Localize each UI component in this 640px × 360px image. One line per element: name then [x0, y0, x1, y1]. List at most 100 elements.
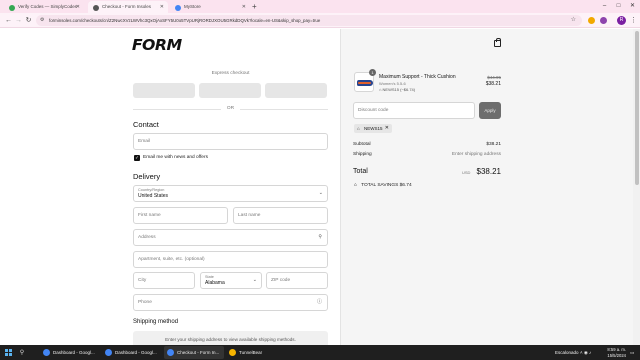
express-pay-button-3[interactable] — [265, 83, 327, 98]
chrome-icon — [43, 349, 50, 356]
taskbar-app-label: TunnelBear — [239, 350, 263, 355]
extension-icon[interactable] — [588, 17, 595, 24]
shopping-bag-icon[interactable] — [494, 38, 501, 47]
express-pay-button-1[interactable] — [133, 83, 195, 98]
chrome-icon — [105, 349, 112, 356]
subtotal-value: $38.21 — [486, 142, 501, 147]
apartment-field[interactable]: Apartment, suite, etc. (optional) — [133, 251, 328, 268]
browser-menu-icon[interactable]: ⋮ — [630, 15, 637, 26]
country-label: Country/Region — [138, 188, 165, 192]
minimize-icon[interactable]: – — [598, 0, 611, 13]
url-text[interactable]: forminsoles.com/checkouts/cn/Z2NwcXVzLWV… — [49, 15, 569, 26]
scrollbar-thumb[interactable] — [634, 31, 639, 185]
address-placeholder: Address — [138, 235, 156, 240]
country-select[interactable]: Country/Region United States ⌄ — [133, 185, 328, 202]
weather-status[interactable]: Escalonado — [555, 345, 579, 360]
form-logo[interactable]: FORM — [132, 36, 182, 54]
state-value: Alabama — [205, 280, 225, 286]
savings-label: TOTAL SAVINGS — [361, 183, 399, 188]
system-clock[interactable]: 8:59 a. m. 15/5/2024 — [596, 347, 626, 358]
form-favicon-icon — [93, 4, 99, 11]
product-variant: Women's 5.5-6 — [379, 81, 406, 86]
taskbar-app-tunnelbear[interactable]: TunnelBear — [226, 346, 276, 359]
state-label: State — [205, 275, 214, 279]
clock-date: 15/5/2024 — [607, 352, 626, 358]
tab-title: Verify Codes — SimplyCodes — [18, 4, 78, 9]
site-info-icon[interactable]: ⚙ — [40, 15, 44, 26]
notification-icon[interactable]: ▭ — [630, 345, 634, 360]
extension-icon[interactable] — [600, 17, 607, 24]
search-icon: ⚲ — [318, 234, 322, 240]
mystore-favicon-icon — [175, 4, 181, 11]
close-tab-icon[interactable]: ✕ — [242, 1, 246, 13]
phone-field[interactable]: Phone ⓘ — [133, 294, 328, 311]
express-pay-button-2[interactable] — [199, 83, 261, 98]
total-savings: ⌂ TOTAL SAVINGS $6.74 — [354, 183, 412, 188]
city-placeholder: City — [138, 278, 147, 283]
last-name-field[interactable]: Last name — [233, 207, 328, 224]
bookmark-star-icon[interactable]: ☆ — [571, 15, 576, 26]
email-field[interactable]: Email — [133, 133, 328, 150]
email-placeholder: Email — [138, 139, 150, 144]
first-name-field[interactable]: First name — [133, 207, 228, 224]
checkout-page: FORM Express checkout OR Contact Email ✓… — [0, 29, 640, 345]
tag-icon: ⌂ — [379, 87, 382, 92]
product-name: Maximum Support - Thick Cushion — [379, 74, 456, 80]
phone-placeholder: Phone — [138, 300, 152, 305]
close-window-icon[interactable]: ✕ — [626, 0, 639, 13]
new-tab-icon[interactable]: + — [252, 1, 257, 13]
page-scrollbar[interactable] — [633, 29, 640, 345]
tray-icons[interactable]: ˄ ◉ ♪ — [580, 345, 591, 360]
browser-toolbar: ← → ↻ ⚙ forminsoles.com/checkouts/cn/Z2N… — [0, 13, 640, 28]
chevron-down-icon: ⌄ — [252, 277, 257, 283]
apartment-placeholder: Apartment, suite, etc. (optional) — [138, 257, 205, 262]
news-checkbox-label[interactable]: Email me with news and offers — [143, 155, 208, 161]
taskbar-app-dashboard-2[interactable]: Dashboard - Googl... — [102, 346, 162, 359]
profile-avatar[interactable]: R — [617, 16, 626, 25]
contact-heading: Contact — [133, 120, 159, 129]
tunnelbear-icon — [229, 349, 236, 356]
state-select[interactable]: State Alabama ⌄ — [200, 272, 262, 289]
first-name-placeholder: First name — [138, 213, 161, 218]
help-icon[interactable]: ⓘ — [317, 295, 322, 310]
last-name-placeholder: Last name — [238, 213, 261, 218]
taskbar-app-dashboard-1[interactable]: Dashboard - Googl... — [40, 346, 100, 359]
shipping-method-note: Enter your shipping address to view avai… — [133, 331, 328, 345]
remove-discount-icon[interactable]: ✕ — [385, 124, 389, 133]
search-icon[interactable]: ⚲ — [17, 348, 27, 358]
product-discount-code: NEWS15 (−$6.74) — [382, 87, 416, 92]
windows-taskbar: ⚲ Dashboard - Googl... Dashboard - Googl… — [0, 345, 640, 360]
taskbar-app-label: Dashboard - Googl... — [115, 350, 157, 355]
tab-title: Checkout - Form Insoles — [102, 4, 152, 9]
total-value: $38.21 — [476, 167, 501, 176]
chevron-down-icon: ⌄ — [318, 190, 323, 196]
close-tab-icon[interactable]: ✕ — [160, 1, 164, 13]
close-tab-icon[interactable]: ✕ — [76, 1, 80, 13]
product-discount: ⌂ NEWS15 (−$6.74) — [379, 87, 415, 92]
apply-button[interactable]: Apply — [479, 102, 501, 119]
discount-code-field[interactable]: Discount code — [353, 102, 475, 119]
browser-tab-simplycodes[interactable]: Verify Codes — SimplyCodes ✕ — [4, 1, 84, 13]
zip-field[interactable]: ZIP code — [266, 272, 328, 289]
tab-title: MyStore — [184, 4, 201, 9]
browser-tab-checkout[interactable]: Checkout - Form Insoles ✕ — [88, 1, 168, 13]
express-checkout-label: Express checkout — [211, 71, 250, 76]
news-checkbox[interactable]: ✓ — [134, 155, 140, 161]
price-original: $44.95 — [487, 75, 501, 80]
address-field[interactable]: Address ⚲ — [133, 229, 328, 246]
discount-chip: ⌂ NEWS15 ✕ — [354, 124, 392, 133]
shipping-label: Shipping — [353, 152, 372, 157]
insole-image-accent — [358, 82, 371, 84]
taskbar-app-checkout[interactable]: Checkout - Form In... — [164, 346, 224, 359]
taskbar-app-label: Checkout - Form In... — [177, 350, 220, 355]
browser-tab-mystore[interactable]: MyStore ✕ — [170, 1, 250, 13]
country-value: United States — [138, 193, 169, 199]
windows-start-icon[interactable] — [5, 349, 12, 356]
address-bar[interactable]: ⚙ forminsoles.com/checkouts/cn/Z2NwcXVzL… — [36, 15, 582, 26]
tag-icon: ⌂ — [354, 183, 357, 188]
reload-icon[interactable]: ↻ — [23, 15, 34, 26]
chrome-icon — [167, 349, 174, 356]
city-field[interactable]: City — [133, 272, 195, 289]
maximize-icon[interactable]: □ — [612, 0, 625, 13]
shipping-method-heading: Shipping method — [133, 319, 179, 325]
